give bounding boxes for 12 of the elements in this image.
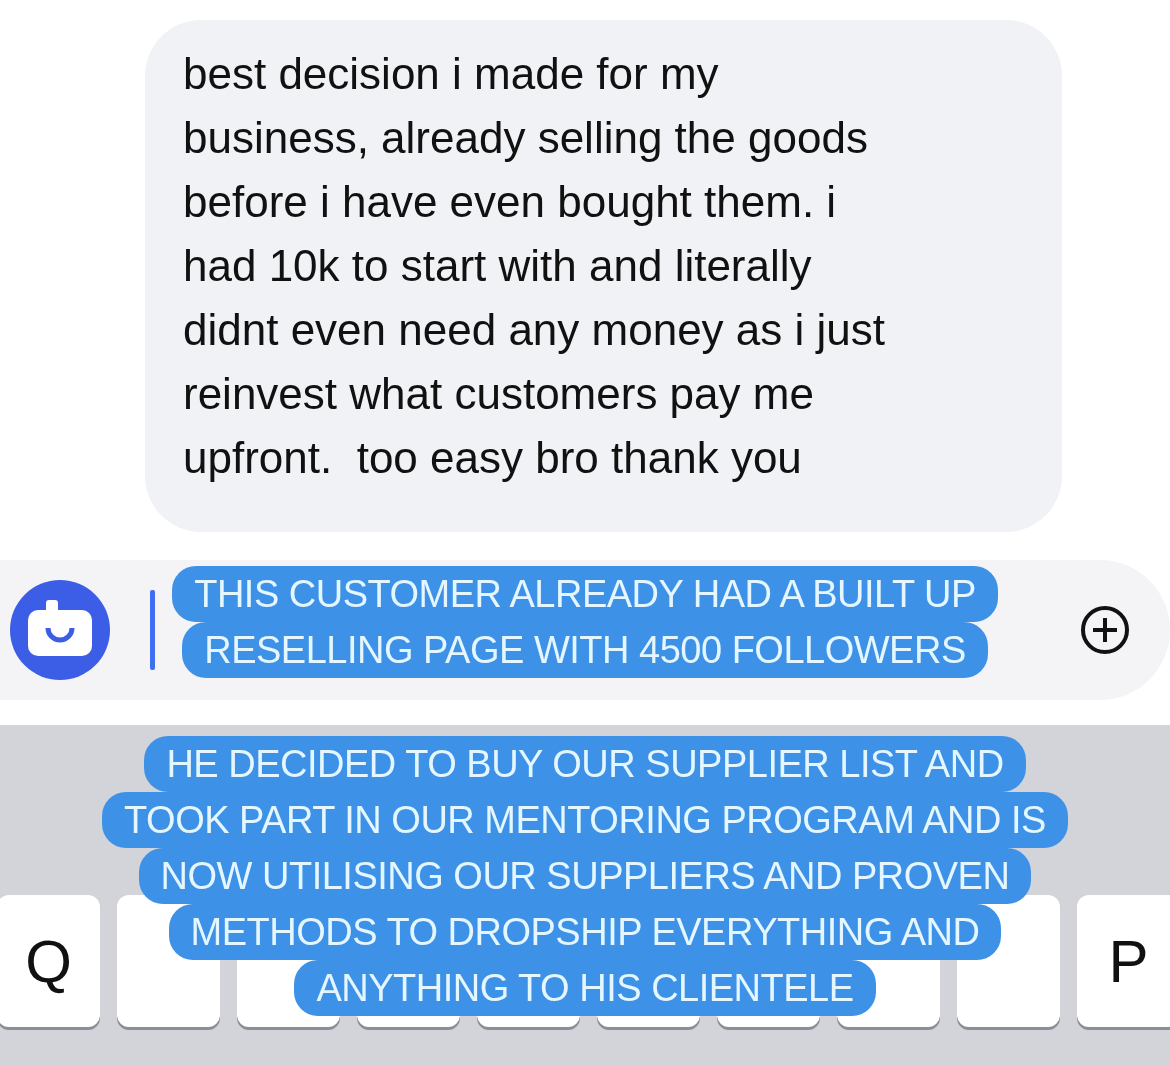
caption-overlay: RESELLING PAGE WITH 4500 FOLLOWERS [182, 622, 988, 678]
caption-overlay: ANYTHING TO HIS CLIENTELE [294, 960, 876, 1016]
keyboard-key[interactable]: P [1077, 895, 1170, 1027]
caption-overlay: NOW UTILISING OUR SUPPLIERS AND PROVEN [138, 848, 1032, 904]
caption-overlay: THIS CUSTOMER ALREADY HAD A BUILT UP [172, 566, 998, 622]
message-text: best decision i made for my business, already selling the goods before i have even bought them. i had 10k to start with and literally didnt even need any money as i just reinvest what customers pay me upfront. too easy bro thank you [183, 48, 886, 484]
caption-overlay: HE DECIDED TO BUY OUR SUPPLIER LIST AND [144, 736, 1026, 792]
keyboard-key[interactable]: Q [0, 895, 100, 1027]
add-icon[interactable] [1080, 605, 1130, 655]
caption-overlay: METHODS TO DROPSHIP EVERYTHING AND [168, 904, 1002, 960]
camera-icon[interactable] [8, 578, 112, 682]
caption-overlay: TOOK PART IN OUR MENTORING PROGRAM AND IS [102, 792, 1068, 848]
